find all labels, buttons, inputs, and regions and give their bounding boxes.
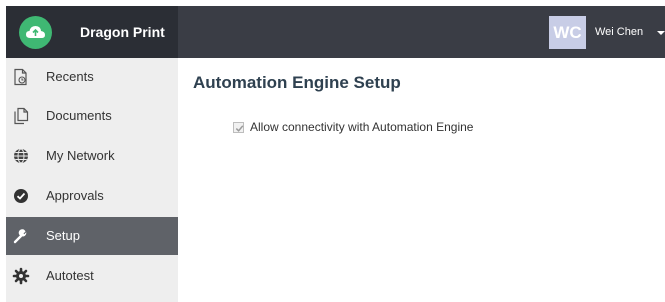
recent-file-icon bbox=[12, 68, 30, 86]
globe-icon bbox=[12, 147, 30, 165]
caret-down-icon[interactable] bbox=[657, 31, 665, 35]
checkbox-label: Allow connectivity with Automation Engin… bbox=[250, 120, 474, 134]
user-menu[interactable]: WC Wei Chen bbox=[549, 6, 665, 58]
sidebar-item-label: Documents bbox=[46, 108, 112, 123]
sidebar: Recents Documents My Network Approvals S… bbox=[6, 58, 178, 302]
sidebar-item-setup[interactable]: Setup bbox=[6, 217, 178, 255]
wrench-icon bbox=[12, 227, 30, 245]
app-name: Dragon Print bbox=[80, 24, 165, 40]
sidebar-item-label: Autotest bbox=[46, 268, 94, 283]
top-bar: Dragon Print WC Wei Chen bbox=[6, 6, 665, 58]
cloud-icon bbox=[19, 16, 52, 49]
avatar[interactable]: WC bbox=[549, 16, 586, 49]
page-title: Automation Engine Setup bbox=[193, 73, 401, 92]
sidebar-item-my-network[interactable]: My Network bbox=[6, 137, 178, 175]
allow-connectivity-checkbox[interactable] bbox=[233, 121, 244, 133]
automation-engine-option[interactable]: Allow connectivity with Automation Engin… bbox=[233, 119, 473, 135]
sidebar-item-autotest[interactable]: Autotest bbox=[6, 257, 178, 295]
sidebar-item-label: My Network bbox=[46, 148, 115, 163]
brand[interactable]: Dragon Print bbox=[6, 6, 178, 58]
check-circle-icon bbox=[12, 187, 30, 205]
user-name[interactable]: Wei Chen bbox=[595, 26, 643, 38]
sidebar-item-label: Setup bbox=[46, 228, 80, 243]
sidebar-item-recents[interactable]: Recents bbox=[6, 58, 178, 96]
sidebar-item-label: Recents bbox=[46, 69, 94, 84]
gear-icon bbox=[12, 267, 30, 285]
sidebar-item-approvals[interactable]: Approvals bbox=[6, 177, 178, 215]
sidebar-item-label: Approvals bbox=[46, 188, 104, 203]
sidebar-item-documents[interactable]: Documents bbox=[6, 97, 178, 135]
documents-icon bbox=[12, 107, 30, 125]
